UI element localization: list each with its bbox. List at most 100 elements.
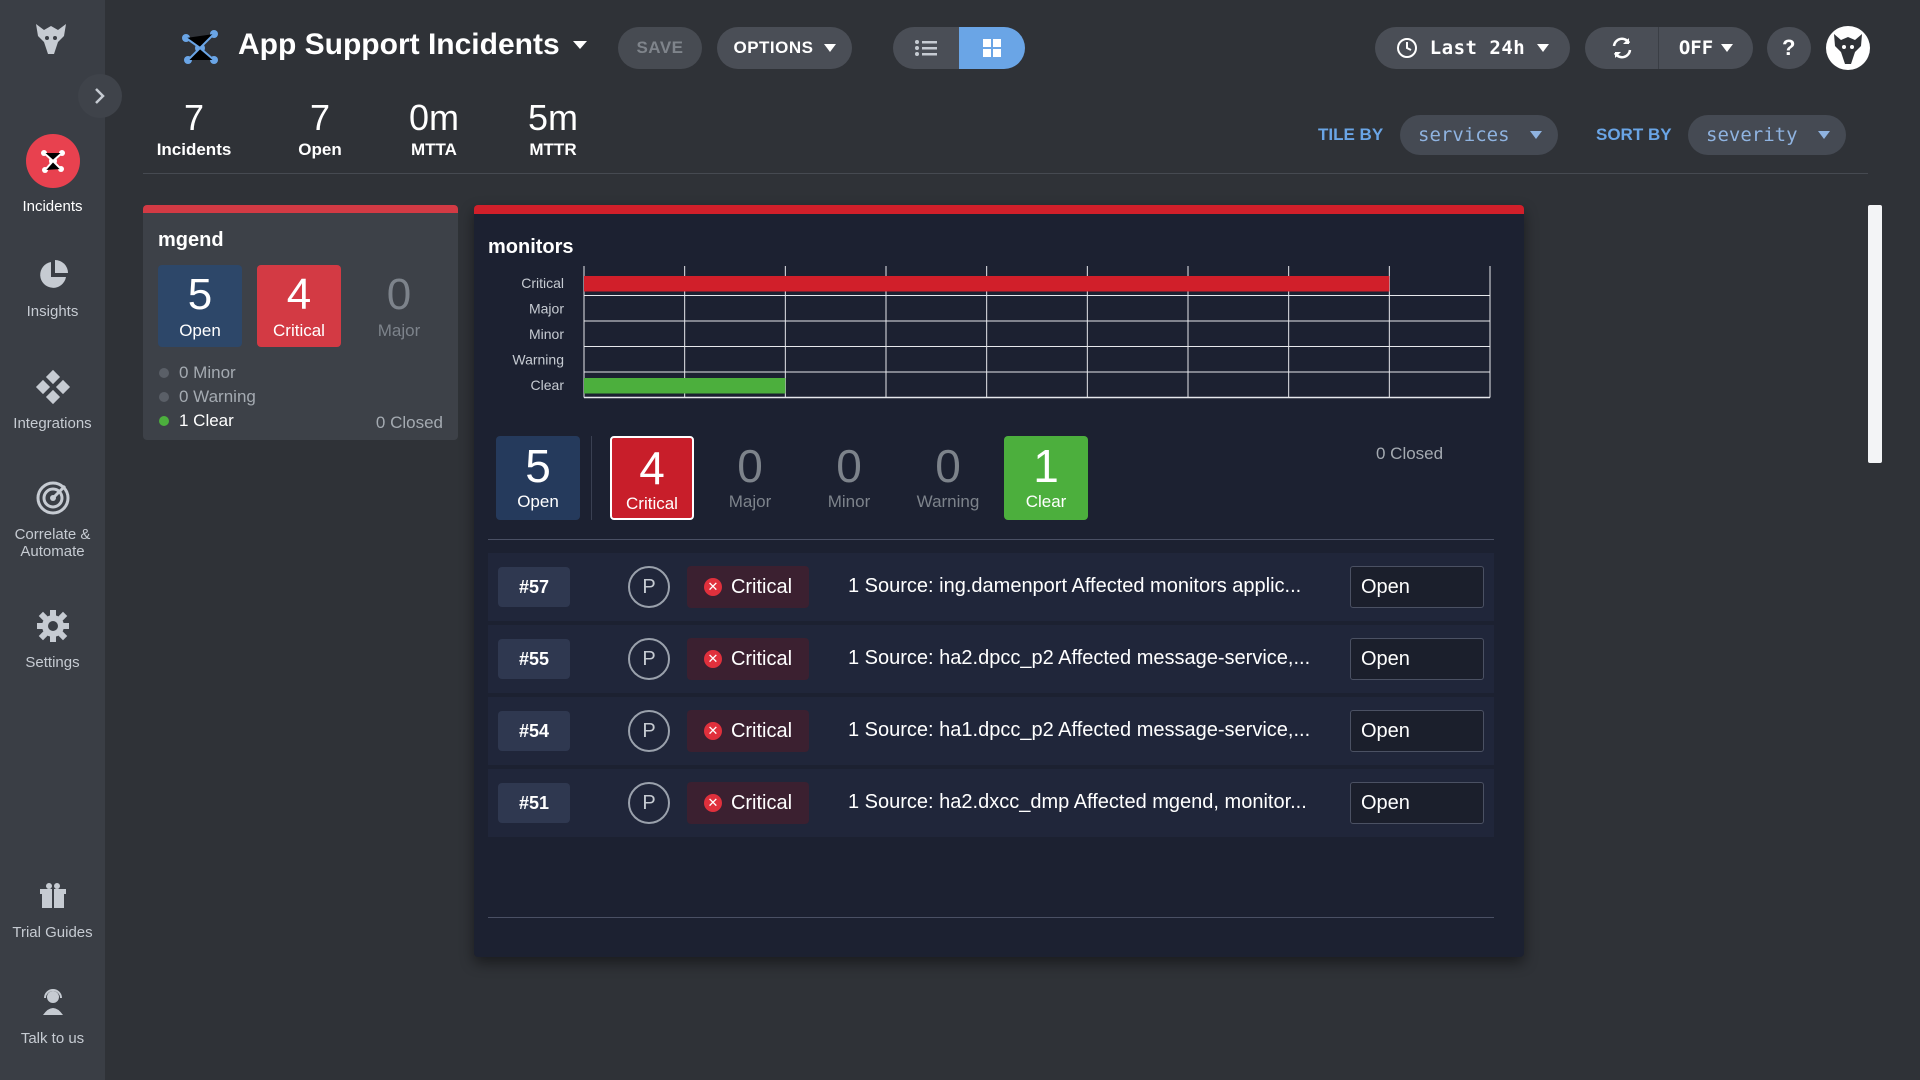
priority-badge[interactable]: P bbox=[628, 782, 670, 824]
incident-id[interactable]: #54 bbox=[498, 711, 570, 751]
count-value: 1 bbox=[1033, 440, 1059, 492]
tile-title: monitors bbox=[488, 236, 574, 258]
sidebar-item-insights[interactable]: Insights bbox=[0, 255, 105, 320]
grid-icon bbox=[983, 39, 1001, 57]
save-button[interactable]: SAVE bbox=[618, 27, 702, 69]
incident-description[interactable]: 1 Source: ha1.dpcc_p2 Affected message-s… bbox=[848, 719, 1328, 742]
sort-by-select[interactable]: severity bbox=[1688, 115, 1846, 155]
count-major[interactable]: 0 Major bbox=[708, 436, 792, 520]
integrations-icon bbox=[33, 367, 73, 407]
count-critical[interactable]: 4 Critical bbox=[610, 436, 694, 520]
table-row[interactable]: #54 P ✕ Critical 1 Source: ha1.dpcc_p2 Af… bbox=[488, 697, 1494, 765]
count-open[interactable]: 5 Open bbox=[158, 265, 242, 347]
stat-label: Open bbox=[298, 140, 342, 159]
gift-icon bbox=[33, 876, 73, 916]
incident-description[interactable]: 1 Source: ha2.dxcc_dmp Affected mgend, m… bbox=[848, 791, 1328, 814]
list-icon bbox=[915, 40, 937, 56]
incident-description[interactable]: 1 Source: ha2.dpcc_p2 Affected message-s… bbox=[848, 647, 1328, 670]
chart-category-label: Clear bbox=[531, 377, 565, 393]
severity-label: Critical bbox=[730, 719, 793, 742]
stat-mttr: 5m MTTR bbox=[518, 98, 588, 160]
service-tile-mgend[interactable]: mgend 5 Open 4 Critical 0 Major 0 Minor … bbox=[143, 205, 458, 440]
status-select[interactable]: Open bbox=[1350, 566, 1484, 608]
sidebar-item-settings[interactable]: Settings bbox=[0, 606, 105, 671]
table-row[interactable]: #51 P ✕ Critical 1 Source: ha2.dxcc_dmp A… bbox=[488, 769, 1494, 837]
sidebar-item-integrations[interactable]: Integrations bbox=[0, 367, 105, 432]
table-row[interactable]: #55 P ✕ Critical 1 Source: ha2.dpcc_p2 Af… bbox=[488, 625, 1494, 693]
list-view-button[interactable] bbox=[893, 27, 959, 69]
count-label: Major bbox=[728, 492, 772, 511]
incident-description[interactable]: 1 Source: ing.damenport Affected monitor… bbox=[848, 575, 1328, 598]
options-label: OPTIONS bbox=[733, 38, 814, 57]
help-button[interactable]: ? bbox=[1767, 27, 1811, 69]
sidebar-item-label: Incidents bbox=[22, 198, 83, 215]
stat-value: 0m bbox=[408, 97, 459, 138]
tile-view-button[interactable] bbox=[959, 27, 1025, 69]
severity-badge: ✕ Critical bbox=[687, 638, 809, 680]
header-divider bbox=[143, 173, 1868, 174]
severity-counts: 5 Open 4 Critical 0 Major 0 Minor 0 Warn… bbox=[496, 436, 1506, 521]
count-value: 5 bbox=[187, 270, 213, 319]
chart-bar-clear[interactable] bbox=[584, 378, 786, 394]
legend-text: 1 Clear bbox=[179, 411, 234, 430]
count-open[interactable]: 5 Open bbox=[496, 436, 580, 520]
legend-text: 0 Minor bbox=[179, 363, 236, 382]
count-critical[interactable]: 4 Critical bbox=[257, 265, 341, 347]
tile-by-value: services bbox=[1418, 124, 1510, 146]
caret-down-icon bbox=[1721, 44, 1734, 52]
avatar[interactable] bbox=[1826, 26, 1870, 70]
count-label: Clear bbox=[1025, 492, 1067, 511]
incidents-view-icon bbox=[178, 28, 222, 68]
status-select[interactable]: Open bbox=[1350, 638, 1484, 680]
support-agent-icon bbox=[33, 982, 73, 1022]
table-row[interactable]: #57 P ✕ Critical 1 Source: ing.damenport … bbox=[488, 553, 1494, 621]
priority-badge[interactable]: P bbox=[628, 710, 670, 752]
status-select[interactable]: Open bbox=[1350, 710, 1484, 752]
page-title[interactable]: App Support Incidents bbox=[238, 28, 588, 62]
sidebar-item-label: Insights bbox=[26, 303, 79, 320]
stat-mtta: 0m MTTA bbox=[400, 98, 468, 160]
pie-chart-icon bbox=[33, 255, 73, 295]
count-major[interactable]: 0 Major bbox=[357, 265, 441, 347]
critical-x-icon: ✕ bbox=[703, 794, 722, 812]
severity-badge: ✕ Critical bbox=[687, 566, 809, 608]
sidebar-item-label: Integrations bbox=[13, 415, 92, 432]
priority-badge[interactable]: P bbox=[628, 566, 670, 608]
chart-bar-critical[interactable] bbox=[584, 276, 1390, 292]
count-clear[interactable]: 1 Clear bbox=[1004, 436, 1088, 520]
count-minor[interactable]: 0 Minor bbox=[807, 436, 891, 520]
priority-badge[interactable]: P bbox=[628, 638, 670, 680]
critical-x-icon: ✕ bbox=[703, 650, 722, 668]
brand-logo-icon[interactable] bbox=[30, 18, 72, 60]
scrollbar[interactable] bbox=[1868, 205, 1882, 463]
refresh-icon bbox=[1612, 37, 1631, 59]
incident-id[interactable]: #55 bbox=[498, 639, 570, 679]
sidebar-item-correlate-automate[interactable]: Correlate & Automate bbox=[0, 478, 105, 560]
auto-refresh-select[interactable]: OFF bbox=[1659, 27, 1753, 69]
severity-label: Critical bbox=[730, 791, 793, 814]
critical-x-icon: ✕ bbox=[703, 578, 722, 596]
stat-label: MTTR bbox=[529, 140, 577, 159]
severity-label: Critical bbox=[730, 647, 793, 670]
caret-down-icon bbox=[823, 44, 836, 52]
count-warning[interactable]: 0 Warning bbox=[906, 436, 990, 520]
sidebar-expand-button[interactable] bbox=[78, 74, 122, 118]
list-bottom-divider bbox=[488, 917, 1494, 918]
refresh-button[interactable] bbox=[1585, 27, 1659, 69]
stat-incidents: 7 Incidents bbox=[152, 98, 236, 160]
stat-open: 7 Open bbox=[290, 98, 350, 160]
options-button[interactable]: OPTIONS bbox=[717, 27, 852, 69]
incident-id[interactable]: #51 bbox=[498, 783, 570, 823]
legend-minor: 0 Minor bbox=[159, 363, 236, 383]
time-range-select[interactable]: Last 24h bbox=[1375, 27, 1570, 69]
incident-id[interactable]: #57 bbox=[498, 567, 570, 607]
sidebar-item-talk-to-us[interactable]: Talk to us bbox=[0, 982, 105, 1047]
sidebar-item-incidents[interactable]: Incidents bbox=[0, 134, 105, 215]
incidents-icon bbox=[25, 134, 80, 188]
status-select[interactable]: Open bbox=[1350, 782, 1484, 824]
stat-value: 5m bbox=[527, 97, 578, 138]
tile-by-select[interactable]: services bbox=[1400, 115, 1558, 155]
count-label: Minor bbox=[827, 492, 871, 511]
service-tile-monitors[interactable]: monitors Critical Major Minor Warning Clear … bbox=[474, 205, 1524, 957]
sidebar-item-trial-guides[interactable]: Trial Guides bbox=[0, 876, 105, 941]
